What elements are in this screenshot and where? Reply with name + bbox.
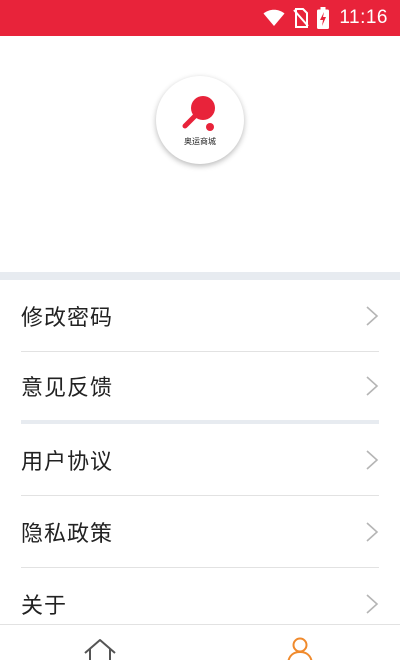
wifi-icon [263,9,285,27]
tab-home[interactable] [0,625,200,660]
menu-item-label: 隐私政策 [21,521,114,547]
chevron-right-icon [366,376,379,396]
home-icon [84,639,116,660]
user-icon [287,637,313,660]
menu-item-privacy-policy[interactable]: 隐私政策 [21,496,379,568]
profile-header: 奥运商城 [0,36,400,272]
status-time: 11:16 [339,7,388,28]
section-divider [0,272,400,280]
chevron-right-icon [366,305,379,326]
chevron-right-icon [366,521,379,542]
menu-item-user-agreement[interactable]: 用户协议 [21,424,379,496]
menu-item-label: 关于 [21,594,68,619]
ping-pong-paddle-icon [182,95,215,131]
menu-item-label: 意见反馈 [21,376,114,401]
chevron-right-icon [366,449,379,470]
tab-profile[interactable] [200,625,400,660]
battery-charging-icon [317,7,330,29]
logo-caption: 奥运商城 [184,136,216,146]
chevron-right-icon [366,594,379,614]
settings-menu: 修改密码 意见反馈 用户协议 隐私政策 关于 [0,280,400,640]
status-bar: 11:16 [0,0,400,36]
app-logo[interactable]: 奥运商城 [156,76,244,164]
menu-item-feedback[interactable]: 意见反馈 [21,352,379,424]
menu-item-label: 修改密码 [21,305,114,331]
bottom-nav [0,624,400,660]
no-sim-icon [293,8,310,28]
menu-item-label: 用户协议 [21,449,114,475]
menu-item-change-password[interactable]: 修改密码 [21,280,379,352]
